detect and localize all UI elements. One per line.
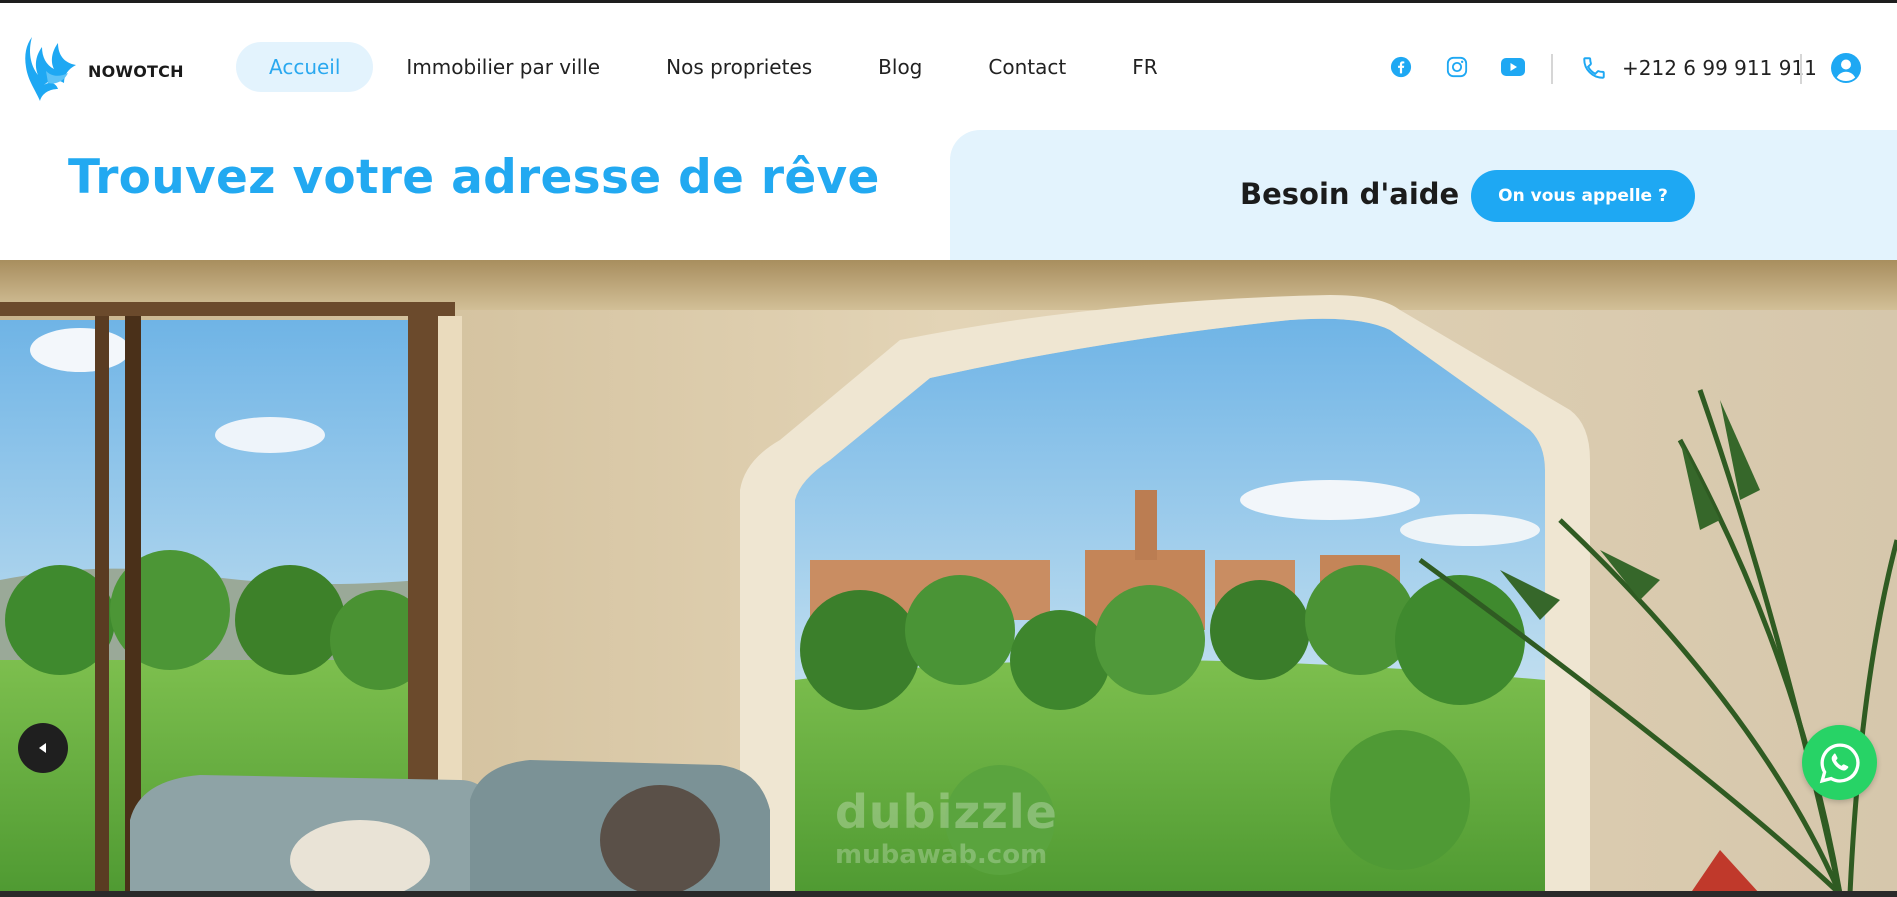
caret-left-icon xyxy=(39,743,46,753)
whatsapp-icon xyxy=(1819,742,1860,783)
carousel-prev-button[interactable] xyxy=(18,723,68,773)
phone-icon xyxy=(1581,55,1607,81)
facebook-icon[interactable] xyxy=(1387,53,1415,81)
page-headline: Trouvez votre adresse de rêve xyxy=(68,150,880,205)
user-circle-icon[interactable] xyxy=(1830,52,1862,84)
brand-logo[interactable]: NOWOTCH xyxy=(24,31,184,105)
whatsapp-button[interactable] xyxy=(1802,725,1877,800)
phoenix-logo-icon xyxy=(25,37,76,101)
image-watermark-sub: mubawab.com xyxy=(835,840,1048,870)
site-header: NOWOTCH Accueil Immobilier par ville Nos… xyxy=(0,3,1897,129)
nav-item-blog[interactable]: Blog xyxy=(845,42,955,92)
language-selector[interactable]: FR xyxy=(1099,42,1190,92)
nav-item-contact[interactable]: Contact xyxy=(955,42,1099,92)
nav-item-accueil[interactable]: Accueil xyxy=(236,42,374,92)
main-nav: Accueil Immobilier par ville Nos proprie… xyxy=(236,42,1191,92)
help-panel: Besoin d'aide On vous appelle ? xyxy=(950,130,1897,260)
phone-number[interactable]: +212 6 99 911 911 xyxy=(1622,56,1817,80)
help-label: Besoin d'aide xyxy=(1240,177,1460,211)
hero-banner-image: dubizzle mubawab.com xyxy=(0,260,1897,894)
header-divider xyxy=(1800,54,1802,84)
bottom-border xyxy=(0,891,1897,897)
callback-button[interactable]: On vous appelle ? xyxy=(1471,170,1695,222)
youtube-icon[interactable] xyxy=(1499,53,1527,81)
header-divider xyxy=(1551,54,1553,84)
brand-name: NOWOTCH xyxy=(88,62,184,81)
instagram-icon[interactable] xyxy=(1443,53,1471,81)
image-watermark: dubizzle xyxy=(835,785,1058,839)
nav-item-nos-proprietes[interactable]: Nos proprietes xyxy=(633,42,845,92)
nav-item-immobilier-par-ville[interactable]: Immobilier par ville xyxy=(373,42,633,92)
